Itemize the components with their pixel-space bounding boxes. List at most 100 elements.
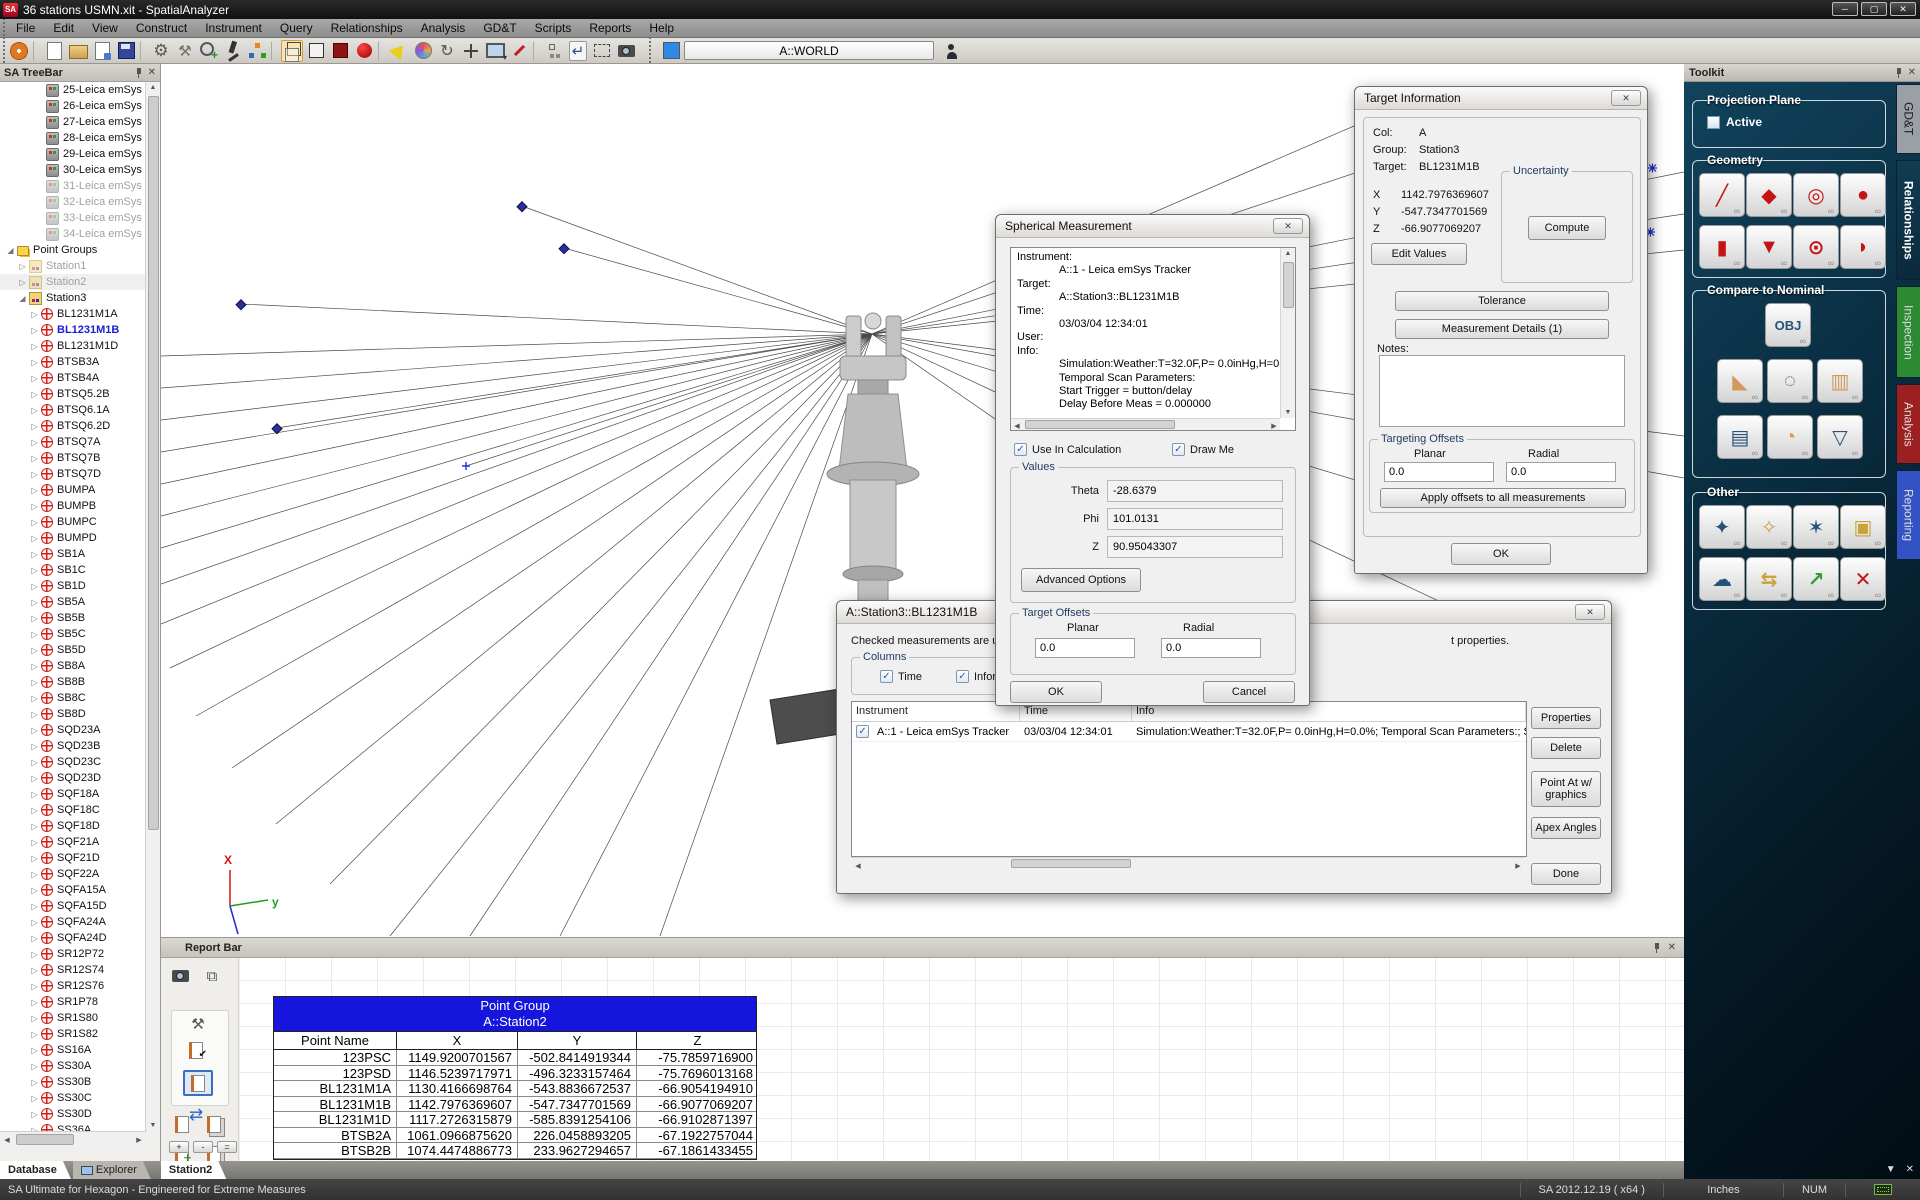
tree-expander-icon[interactable]: ▷ — [29, 470, 40, 479]
import-file-icon[interactable] — [91, 40, 113, 62]
tree-item[interactable]: ◢ Station3 — [0, 290, 146, 306]
new-file-icon[interactable] — [43, 40, 65, 62]
tree-item[interactable]: ▷ SB5C — [0, 626, 146, 642]
snapshot-camera-icon[interactable] — [169, 966, 191, 986]
tree-item[interactable]: ▷ SQF18C — [0, 802, 146, 818]
tree-expander-icon[interactable]: ◢ — [5, 246, 16, 255]
return-icon[interactable] — [567, 40, 589, 62]
menu-item[interactable]: Reports — [580, 19, 640, 37]
menu-item[interactable]: Edit — [44, 19, 83, 37]
maximize-button[interactable]: ▢ — [1861, 2, 1887, 16]
link-group-folder-button[interactable]: ▣ — [1840, 505, 1886, 549]
cancel-button[interactable]: Cancel — [1203, 681, 1295, 703]
compare-points-to-surface-button[interactable]: ◣ — [1717, 359, 1763, 403]
report-zoom-in-button[interactable]: + — [169, 1141, 189, 1153]
tree-item[interactable]: ▷ BTSQ7D — [0, 466, 146, 482]
tree-expander-icon[interactable]: ▷ — [29, 870, 40, 879]
menu-item[interactable]: Query — [271, 19, 322, 37]
compute-button[interactable]: Compute — [1528, 216, 1606, 240]
tree-item[interactable]: 27-Leica emSys Tracke — [0, 114, 146, 130]
tree-item[interactable]: ▷ SB5D — [0, 642, 146, 658]
view-wireframe-icon[interactable] — [281, 40, 303, 62]
tree-item[interactable]: ▷ SQD23C — [0, 754, 146, 770]
notes-textarea[interactable] — [1379, 355, 1625, 427]
report-frame-icon[interactable] — [183, 1070, 213, 1096]
measurement-details-button[interactable]: Measurement Details (1) — [1395, 319, 1609, 339]
info-horizontal-scrollbar[interactable]: ◀ ▶ — [1011, 418, 1280, 430]
point-at-button[interactable]: Point At w/ graphics — [1531, 771, 1601, 807]
tree-expander-icon[interactable]: ▷ — [29, 934, 40, 943]
report-zoom-out-button[interactable]: - — [193, 1141, 213, 1153]
tree-item[interactable]: ▷ SB5A — [0, 594, 146, 610]
scroll-down-icon[interactable]: ▼ — [146, 1122, 160, 1129]
view-solid-icon[interactable] — [305, 40, 327, 62]
tree-vertical-scrollbar[interactable]: ▲ ▼ — [145, 82, 160, 1131]
tree-expander-icon[interactable]: ▷ — [29, 630, 40, 639]
menu-item[interactable]: Scripts — [526, 19, 581, 37]
tree-item[interactable]: ▷ SQD23B — [0, 738, 146, 754]
table-row[interactable]: BTSB2B 1074.4474886773 233.9627294657 -6… — [274, 1143, 756, 1159]
tree-expander-icon[interactable]: ▷ — [29, 902, 40, 911]
run-icon[interactable] — [222, 40, 244, 62]
close-panel-icon[interactable]: ✕ — [1906, 1164, 1914, 1175]
compare-points-to-objects-button[interactable]: OBJ — [1765, 303, 1811, 347]
tree-item[interactable]: ▷ SS36A — [0, 1122, 146, 1131]
tree-item[interactable]: ▷ Station2 — [0, 274, 146, 290]
tree-item[interactable]: ▷ SB1D — [0, 578, 146, 594]
callout-arrow-icon[interactable] — [388, 40, 410, 62]
separator[interactable] — [140, 41, 146, 61]
draw-me-checkbox[interactable]: ✓ — [1172, 443, 1185, 456]
view-hidden-icon[interactable] — [329, 40, 351, 62]
tree-expander-icon[interactable]: ▷ — [29, 646, 40, 655]
table-row[interactable]: 123PSC 1149.9200701567 -502.8414919344 -… — [274, 1050, 756, 1066]
tree-item[interactable]: ▷ SB1A — [0, 546, 146, 562]
tree-expander-icon[interactable]: ▷ — [29, 1014, 40, 1023]
tree-expander-icon[interactable]: ▷ — [29, 406, 40, 415]
fit-cone-button[interactable]: ▼ — [1746, 225, 1792, 269]
separator[interactable] — [378, 41, 384, 61]
tree-expander-icon[interactable]: ▷ — [29, 726, 40, 735]
menu-item[interactable]: File — [7, 19, 44, 37]
tree-expander-icon[interactable]: ▷ — [29, 854, 40, 863]
tree-expander-icon[interactable]: ▷ — [29, 598, 40, 607]
tree-item[interactable]: ▷ SB1C — [0, 562, 146, 578]
zoom-add-icon[interactable] — [198, 40, 220, 62]
info-vertical-scrollbar[interactable]: ▲ ▼ — [1280, 248, 1295, 418]
tree-item[interactable]: ▷ BTSB4A — [0, 370, 146, 386]
tree-expander-icon[interactable]: ▷ — [17, 262, 28, 271]
settings-gear-icon[interactable] — [150, 40, 172, 62]
tree-item[interactable]: ▷ Station1 — [0, 258, 146, 274]
tree-expander-icon[interactable]: ▷ — [29, 742, 40, 751]
time-checkbox[interactable]: ✓ — [880, 670, 893, 683]
tree-item[interactable]: 26-Leica emSys Tracke — [0, 98, 146, 114]
planar-offset-input[interactable]: 0.0 — [1384, 462, 1494, 482]
tree-item[interactable]: 28-Leica emSys Tracke — [0, 130, 146, 146]
tree-item[interactable]: 33-Leica emSys Tracke — [0, 210, 146, 226]
tree-expander-icon[interactable]: ▷ — [29, 614, 40, 623]
tree-item[interactable]: ▷ SB8C — [0, 690, 146, 706]
frame-to-group-button[interactable]: ↗ — [1793, 557, 1839, 601]
tree-item[interactable]: ▷ SR12S74 — [0, 962, 146, 978]
tree-item[interactable]: ▷ SS30C — [0, 1090, 146, 1106]
tree-item[interactable]: ▷ BL1231M1B — [0, 322, 146, 338]
close-icon[interactable]: ✕ — [1273, 218, 1303, 234]
tree-expander-icon[interactable]: ▷ — [29, 1062, 40, 1071]
panel-menu-icon[interactable]: ▼ — [1886, 1164, 1896, 1175]
tree-item[interactable]: ◢ Point Groups — [0, 242, 146, 258]
tree-expander-icon[interactable]: ▷ — [17, 278, 28, 287]
open-file-icon[interactable] — [67, 40, 89, 62]
tree-item[interactable]: ▷ SS30B — [0, 1074, 146, 1090]
tree-horizontal-scrollbar[interactable]: ◀ ▶ — [0, 1131, 146, 1146]
tree-item[interactable]: ▷ BUMPA — [0, 482, 146, 498]
help-ring-icon[interactable] — [8, 40, 30, 62]
pin-icon[interactable] — [1894, 67, 1904, 78]
close-panel-icon[interactable]: ✕ — [1908, 67, 1916, 78]
link-point-to-group-button[interactable]: ✧ — [1746, 505, 1792, 549]
tree-item[interactable]: ▷ BTSQ7B — [0, 450, 146, 466]
tree-item[interactable]: ▷ BUMPC — [0, 514, 146, 530]
display-options-icon[interactable] — [484, 40, 506, 62]
close-panel-icon[interactable]: ✕ — [148, 67, 156, 78]
palette-icon[interactable] — [412, 40, 434, 62]
tree-item[interactable]: ▷ SR1P78 — [0, 994, 146, 1010]
menu-item[interactable]: Instrument — [196, 19, 271, 37]
